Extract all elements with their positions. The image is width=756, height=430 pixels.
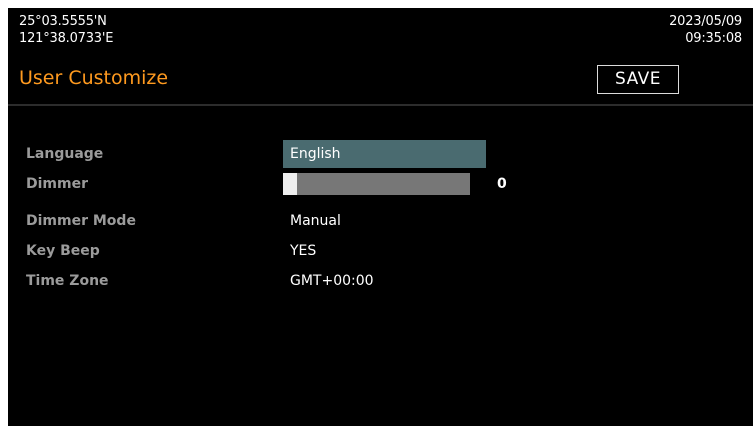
language-value: English [290,146,341,162]
title-divider [8,104,753,106]
dimmer-row[interactable]: Dimmer 0 [8,170,753,198]
longitude-text: 121°38.0733'E [19,31,114,46]
time-text: 09:35:08 [685,31,742,46]
datetime-readout: 2023/05/09 09:35:08 [669,13,742,47]
time-zone-label: Time Zone [26,273,109,289]
dimmer-mode-row[interactable]: Dimmer Mode Manual [8,207,753,235]
time-zone-row[interactable]: Time Zone GMT+00:00 [8,267,753,295]
save-button[interactable]: SAVE [597,65,679,94]
date-text: 2023/05/09 [669,14,742,29]
dimmer-mode-value[interactable]: Manual [290,213,341,229]
language-label: Language [26,146,104,162]
latitude-text: 25°03.5555'N [19,14,107,29]
key-beep-value[interactable]: YES [290,243,316,259]
dimmer-slider-thumb[interactable] [283,173,297,195]
key-beep-label: Key Beep [26,243,100,259]
position-readout: 25°03.5555'N 121°38.0733'E [19,13,113,47]
dimmer-value: 0 [497,176,507,192]
language-select[interactable]: English [283,140,486,168]
time-zone-value[interactable]: GMT+00:00 [290,273,374,289]
dimmer-mode-label: Dimmer Mode [26,213,136,229]
page-title: User Customize [19,67,169,89]
dimmer-label: Dimmer [26,176,88,192]
key-beep-row[interactable]: Key Beep YES [8,237,753,265]
dimmer-slider[interactable] [283,173,470,195]
device-screen: 25°03.5555'N 121°38.0733'E 2023/05/09 09… [8,8,753,426]
language-row[interactable]: Language English [8,140,753,168]
